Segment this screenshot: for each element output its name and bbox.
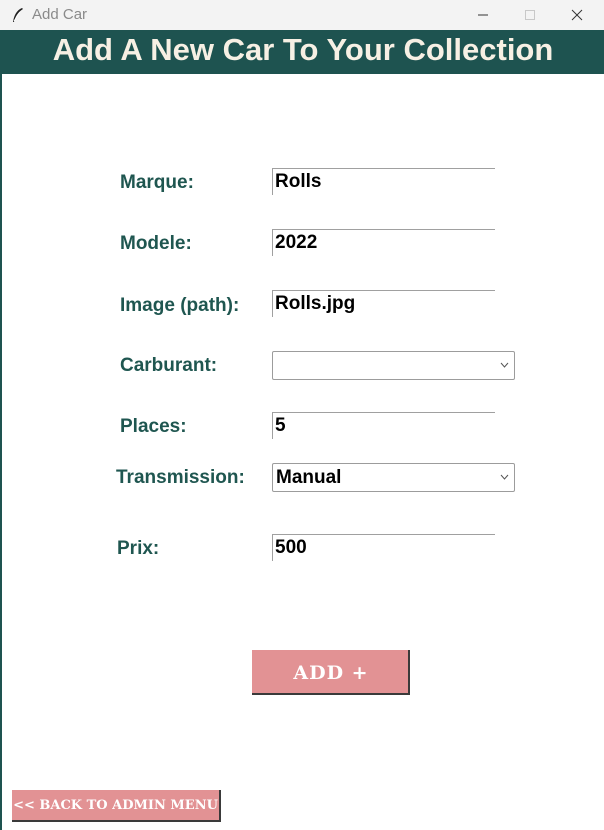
add-car-window: Add Car Add A New Car To Your Collection… [0,0,604,830]
back-button-label: << BACK TO ADMIN MENU [13,798,218,813]
minimize-button[interactable] [460,0,506,30]
maximize-button[interactable] [507,0,553,30]
maximize-icon [525,10,535,20]
prix-input[interactable]: 500 [272,534,495,561]
chevron-down-icon [500,474,509,480]
image-path-label: Image (path): [120,295,240,316]
transmission-label: Transmission: [116,467,245,488]
chevron-down-icon [500,362,509,368]
image-path-input[interactable]: Rolls.jpg [272,290,495,317]
minimize-icon [478,14,488,16]
carburant-label: Carburant: [120,355,218,376]
add-button-label: ADD + [293,662,369,684]
modele-value: 2022 [275,232,318,253]
image-path-value: Rolls.jpg [275,293,356,314]
page-title: Add A New Car To Your Collection [52,32,554,67]
close-icon [571,9,583,21]
modele-input[interactable]: 2022 [272,229,495,256]
carburant-select[interactable] [272,351,515,380]
prix-label: Prix: [117,538,160,559]
prix-value: 500 [275,537,307,558]
transmission-value: Manual [276,467,342,488]
window-title: Add Car [32,6,88,23]
transmission-select[interactable]: Manual [272,463,515,492]
header-banner: Add A New Car To Your Collection [2,30,604,74]
marque-value: Rolls [275,171,322,192]
marque-label: Marque: [120,172,194,193]
places-label: Places: [120,416,187,437]
add-car-button[interactable]: ADD + [252,650,410,695]
marque-input[interactable]: Rolls [272,168,495,195]
close-button[interactable] [554,0,600,30]
feather-icon [11,7,25,23]
places-value: 5 [275,415,286,436]
title-bar: Add Car [0,0,604,30]
places-input[interactable]: 5 [272,412,495,439]
window-left-border [0,30,2,830]
modele-label: Modele: [120,233,192,254]
back-to-admin-menu-button[interactable]: << BACK TO ADMIN MENU [12,790,221,822]
